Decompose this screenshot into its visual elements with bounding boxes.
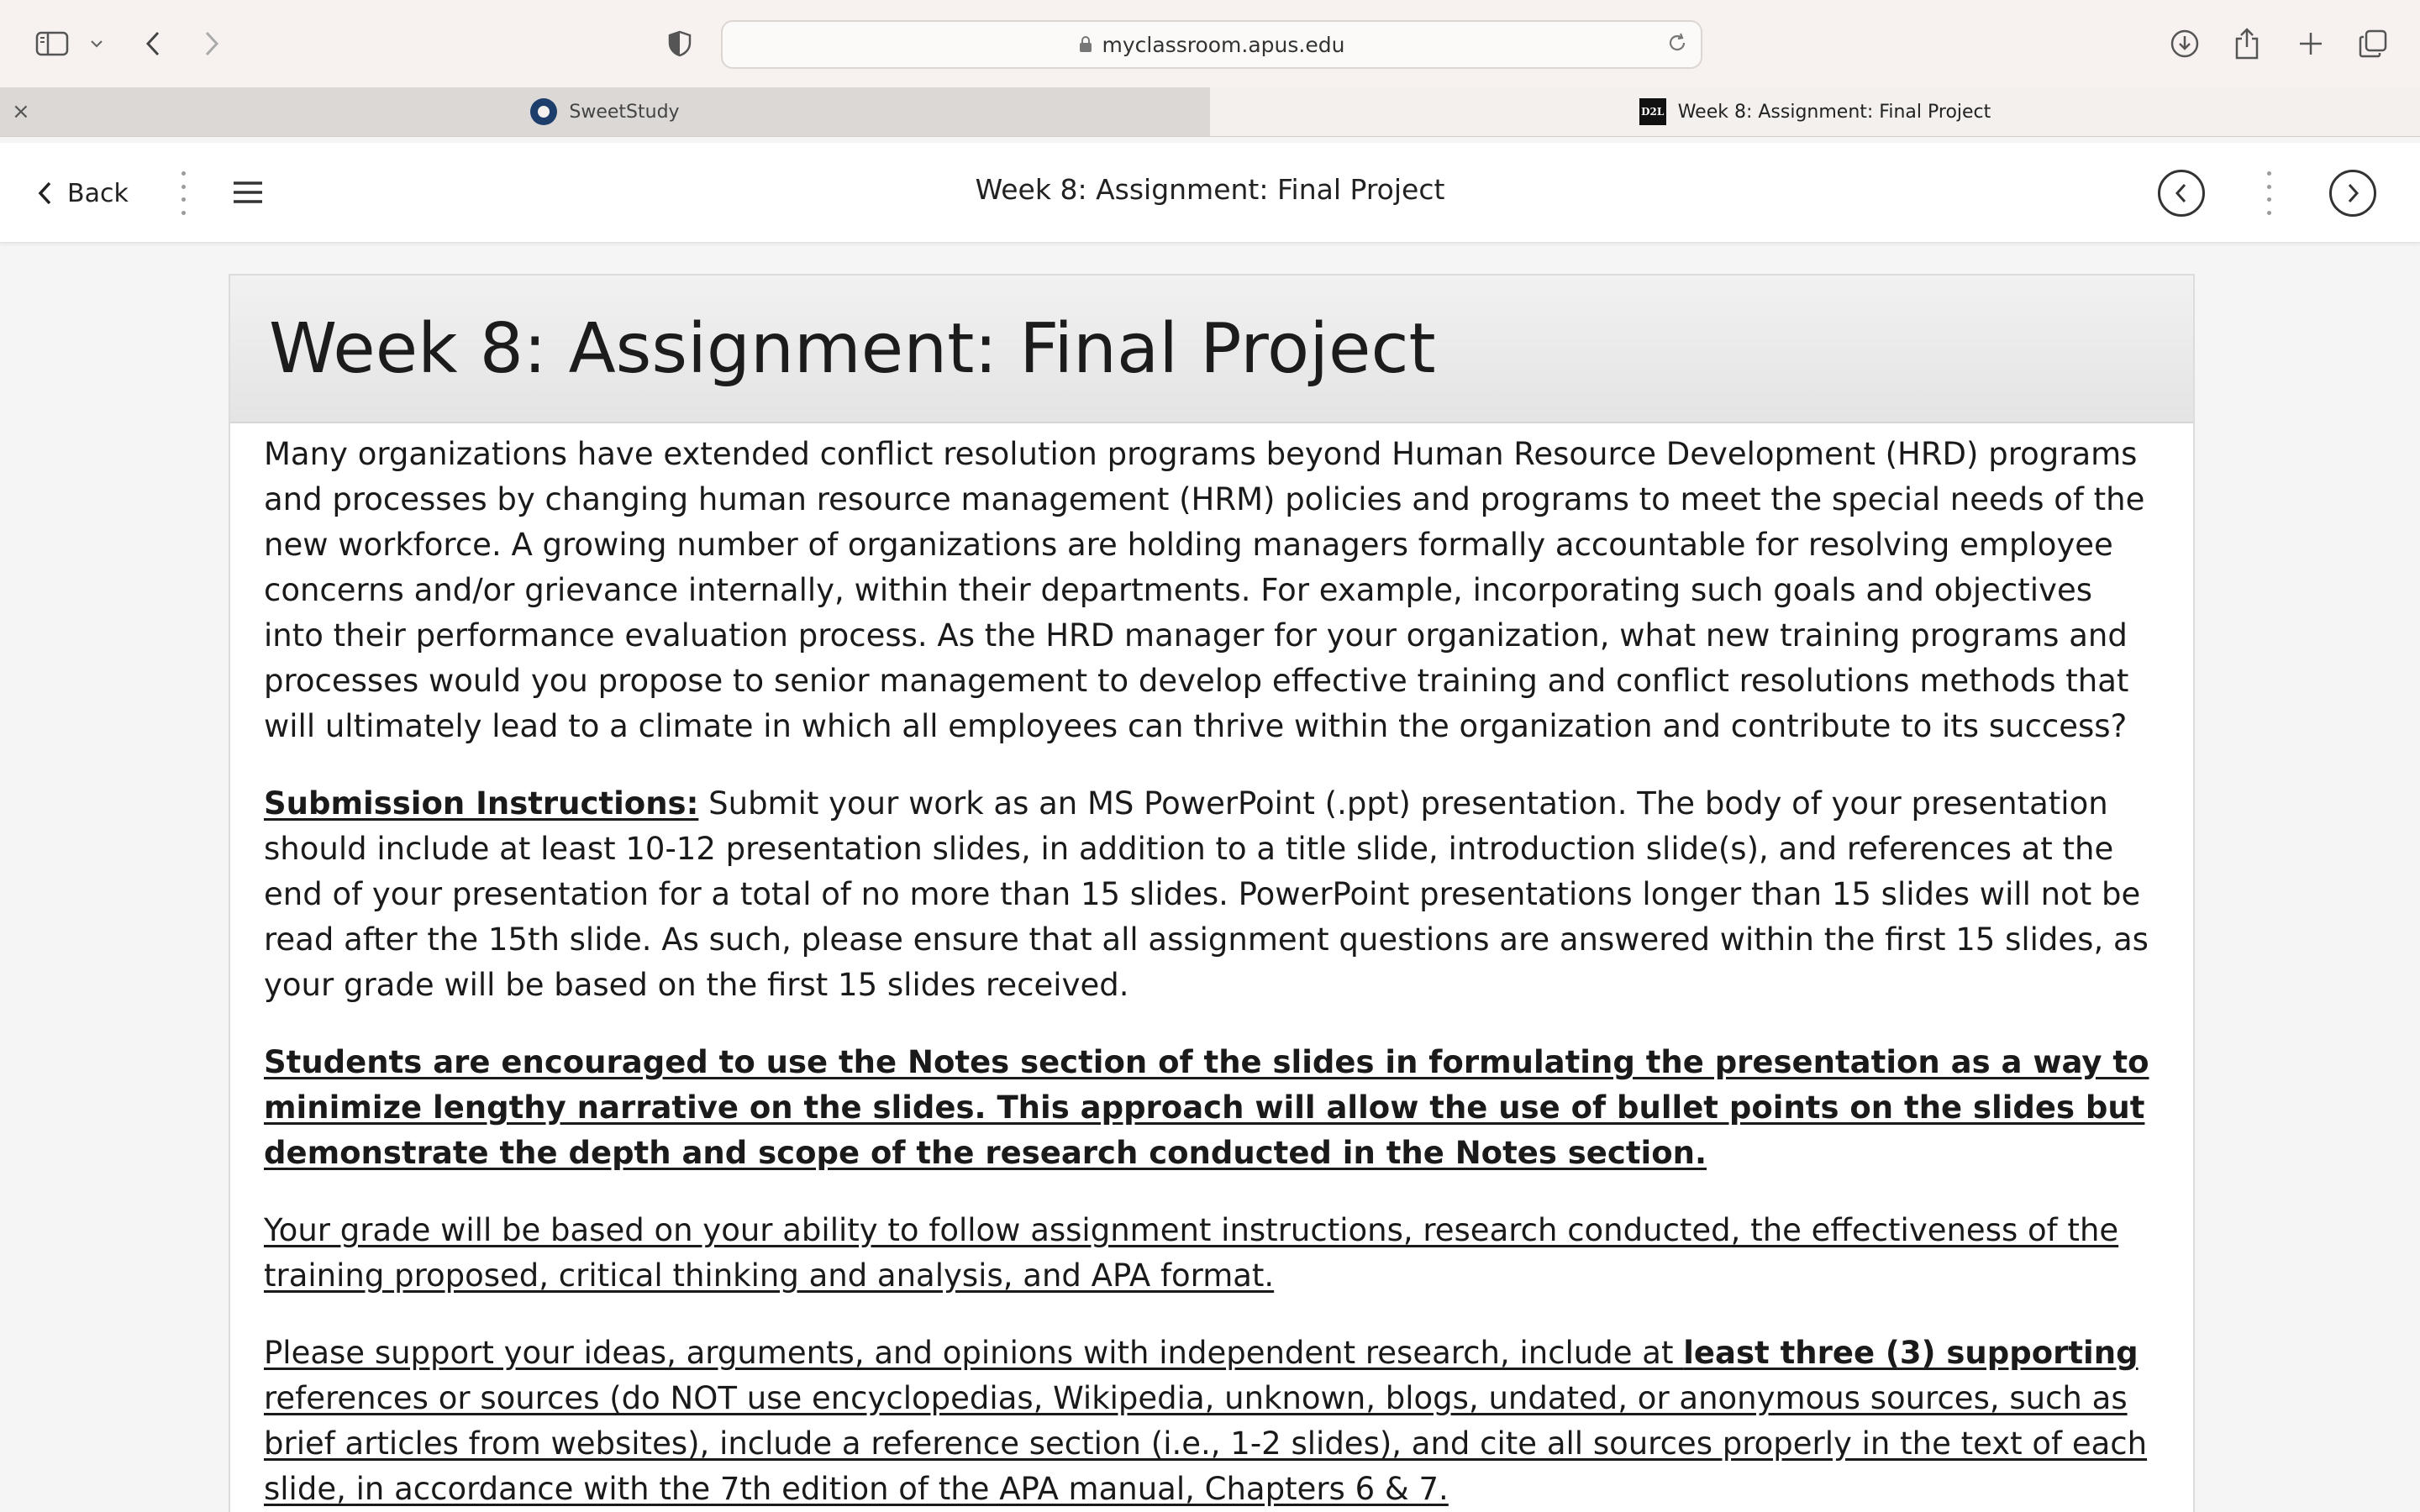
research-text-bold: least three (3) supporting — [1683, 1335, 2139, 1371]
address-bar[interactable]: myclassroom.apus.edu — [721, 20, 1702, 69]
tab-label: SweetStudy — [569, 101, 680, 123]
assignment-body: Many organizations have extended conflic… — [230, 423, 2193, 1512]
sidebar-icon[interactable] — [34, 22, 71, 66]
tabs-icon[interactable] — [2356, 22, 2390, 66]
plus-icon[interactable] — [2294, 22, 2328, 66]
chevron-left-icon — [38, 181, 51, 205]
assignment-content: Week 8: Assignment: Final Project Many o… — [229, 274, 2195, 1512]
reload-icon[interactable] — [1665, 31, 1689, 60]
chevron-down-icon[interactable] — [87, 22, 106, 66]
back-button[interactable]: Back — [37, 173, 129, 213]
sweetstudy-favicon-icon — [530, 98, 558, 125]
submission-label: Submission Instructions: — [264, 785, 699, 822]
intro-paragraph: Many organizations have extended conflic… — [264, 436, 2145, 744]
research-paragraph: Please support your ideas, arguments, an… — [264, 1331, 2160, 1512]
page-title: Week 8: Assignment: Final Project — [269, 308, 1436, 389]
share-icon[interactable] — [2230, 22, 2264, 66]
shield-icon[interactable] — [667, 22, 692, 66]
back-label: Back — [67, 178, 129, 208]
tab-label: Week 8: Assignment: Final Project — [1677, 101, 1991, 123]
grading-paragraph: Your grade will be based on your ability… — [264, 1212, 2119, 1294]
divider-dots — [180, 171, 187, 215]
d2l-favicon-icon: D2L — [1639, 98, 1666, 125]
url-text: myclassroom.apus.edu — [1102, 32, 1345, 57]
hamburger-icon[interactable] — [232, 180, 264, 208]
research-text-c: references or sources (do NOT use encycl… — [264, 1380, 2148, 1507]
tab-bar: × SweetStudy D2L Week 8: Assignment: Fin… — [0, 87, 2420, 137]
topic-title: Week 8: Assignment: Final Project — [975, 173, 1445, 206]
content-nav-bar: Back Week 8: Assignment: Final Project — [0, 143, 2420, 243]
browser-toolbar: myclassroom.apus.edu — [0, 0, 2420, 88]
divider-dots — [2265, 171, 2272, 215]
circle-chevron-left-icon[interactable] — [2158, 170, 2205, 217]
download-icon[interactable] — [2168, 22, 2202, 66]
lock-icon — [1079, 36, 1092, 53]
back-nav-icon[interactable] — [139, 22, 166, 66]
notes-paragraph: Students are encouraged to use the Notes… — [264, 1044, 2149, 1171]
research-text-a: Please support your ideas, arguments, an… — [264, 1335, 1684, 1371]
forward-nav-icon[interactable] — [198, 22, 225, 66]
close-icon[interactable]: × — [12, 101, 30, 123]
assignment-header: Week 8: Assignment: Final Project — [230, 276, 2193, 423]
submission-paragraph: Submission Instructions: Submit your wor… — [264, 781, 2160, 1008]
circle-chevron-right-icon[interactable] — [2329, 170, 2376, 217]
tab-week8-assignment[interactable]: D2L Week 8: Assignment: Final Project — [1210, 87, 2420, 136]
tab-sweetstudy[interactable]: × SweetStudy — [0, 87, 1211, 136]
